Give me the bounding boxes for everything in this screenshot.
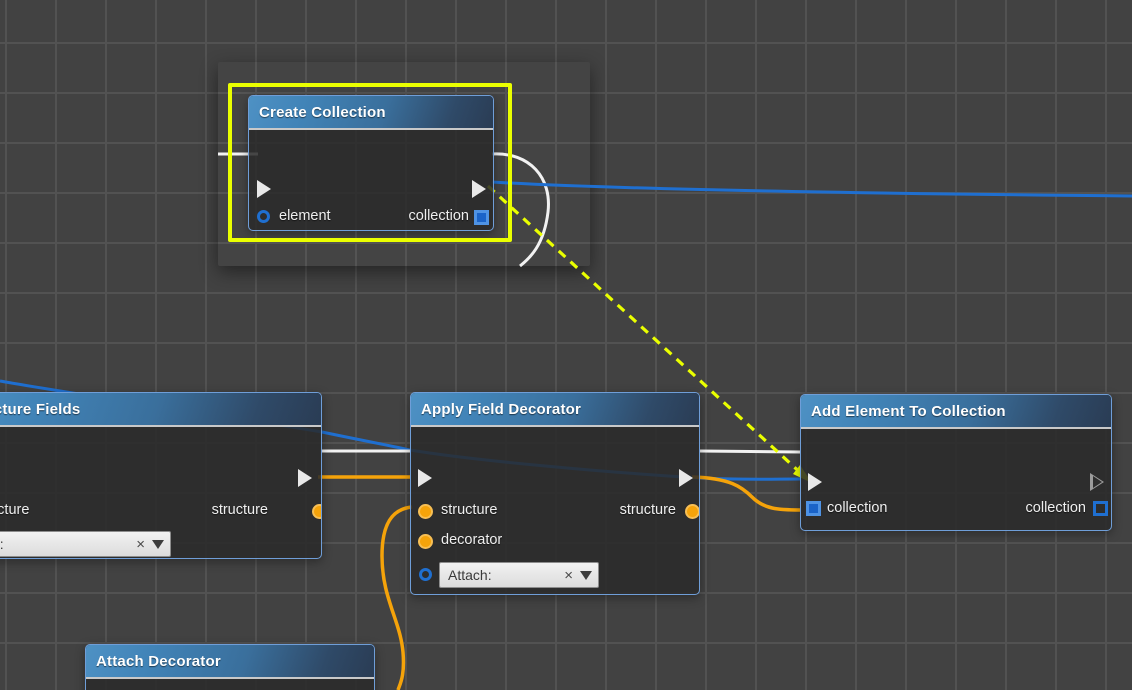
port-label-collection-out-create-collection: collection — [408, 208, 469, 224]
node-create-collection[interactable]: Create Collection element collection — [248, 95, 494, 231]
clear-icon[interactable]: × — [564, 568, 573, 583]
port-element-in-create-collection[interactable] — [257, 210, 270, 223]
exec-in-triangle-create-collection[interactable] — [257, 180, 271, 198]
node-title-structure-fields: Structure Fields — [0, 400, 81, 418]
node-header-structure-fields: Structure Fields — [0, 393, 321, 427]
port-structure-out-apply-field-decorator[interactable] — [685, 504, 699, 519]
port-label-structure-in-structure-fields: structure — [0, 502, 30, 518]
port-collection-out-create-collection[interactable] — [474, 210, 489, 225]
wire-exec-create-collection-loop — [491, 152, 550, 268]
attach-dropdown-label-structure-fields: Attach: — [0, 536, 4, 552]
port-label-structure-in-apply-field-decorator: structure — [441, 502, 498, 518]
exec-in-triangle-add-element-to-collection[interactable] — [808, 473, 822, 491]
port-label-structure-out-structure-fields: structure — [211, 502, 268, 518]
node-graph-canvas[interactable]: Structure Fields structure structure Att… — [0, 0, 1132, 690]
node-apply-field-decorator[interactable]: Apply Field Decorator structure structur… — [410, 392, 700, 595]
attach-dropdown-apply-field-decorator[interactable]: Attach: × — [439, 562, 599, 588]
port-label-element-in-add-element-to-collection: element — [827, 530, 879, 531]
chevron-down-icon[interactable] — [152, 539, 164, 549]
attach-dropdown-label-apply-field-decorator: Attach: — [448, 567, 492, 583]
port-collection-in-add-element-to-collection[interactable] — [806, 501, 821, 516]
wire-data-orange-to-element — [691, 475, 801, 512]
wire-data-orange-decorator — [380, 505, 413, 690]
port-decorator-in-apply-field-decorator[interactable] — [418, 534, 433, 549]
node-header-create-collection: Create Collection — [249, 96, 493, 130]
wire-exec-apply-to-add — [699, 449, 801, 454]
port-label-structure-out-apply-field-decorator: structure — [619, 502, 676, 518]
port-label-decorator-in-apply-field-decorator: decorator — [441, 532, 503, 548]
exec-out-triangle-add-element-to-collection[interactable] — [1090, 473, 1105, 491]
port-structure-out-structure-fields[interactable] — [312, 504, 321, 519]
node-title-create-collection: Create Collection — [259, 103, 386, 121]
exec-out-triangle-create-collection[interactable] — [472, 180, 486, 198]
node-header-add-element-to-collection: Add Element To Collection — [801, 395, 1111, 429]
exec-out-triangle-apply-field-decorator[interactable] — [679, 469, 693, 487]
chevron-down-icon[interactable] — [580, 570, 592, 580]
node-header-apply-field-decorator: Apply Field Decorator — [411, 393, 699, 427]
exec-in-triangle-apply-field-decorator[interactable] — [418, 469, 432, 487]
node-structure-fields[interactable]: Structure Fields structure structure Att… — [0, 392, 322, 559]
port-collection-out-add-element-to-collection[interactable] — [1093, 501, 1108, 516]
node-header-attach-decorator: Attach Decorator — [86, 645, 374, 679]
port-structure-in-apply-field-decorator[interactable] — [418, 504, 433, 519]
node-title-apply-field-decorator: Apply Field Decorator — [421, 400, 582, 418]
attach-dropdown-structure-fields[interactable]: Attach: × — [0, 531, 171, 557]
node-attach-decorator[interactable]: Attach Decorator — [85, 644, 375, 690]
clear-icon[interactable]: × — [136, 537, 145, 552]
node-add-element-to-collection[interactable]: Add Element To Collection collection col… — [800, 394, 1112, 531]
port-attach-in-apply-field-decorator[interactable] — [419, 568, 432, 581]
port-label-element-in-create-collection: element — [279, 208, 331, 224]
wire-data-collection-blue — [491, 180, 1132, 198]
node-title-add-element-to-collection: Add Element To Collection — [811, 402, 1006, 420]
node-title-attach-decorator: Attach Decorator — [96, 652, 221, 670]
exec-out-triangle-structure-fields[interactable] — [298, 469, 312, 487]
port-label-collection-in-add-element-to-collection: collection — [827, 500, 888, 516]
port-label-collection-out-add-element-to-collection: collection — [1025, 500, 1086, 516]
